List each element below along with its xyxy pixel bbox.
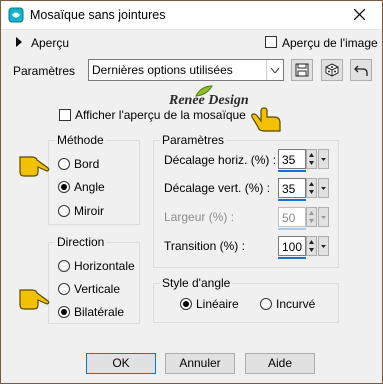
parameters-legend: Paramètres (160, 133, 227, 147)
settings-value: Dernières options utilisées (92, 63, 233, 77)
app-icon (8, 7, 24, 23)
save-icon (295, 63, 309, 77)
width-bar (278, 228, 306, 230)
randomize-button[interactable] (321, 59, 343, 81)
corner-radio-curved[interactable] (260, 298, 272, 310)
corner-option-curved[interactable]: Incurvé (276, 297, 315, 311)
method-radio-mirror[interactable] (58, 205, 70, 217)
chevron-down-icon (321, 187, 326, 190)
direction-radio-vertical[interactable] (58, 283, 70, 295)
method-radio-border[interactable] (58, 158, 70, 170)
width-dropdown (318, 207, 329, 227)
seamless-tiling-dialog: Mosaïque sans jointures Aperçu Aperçu de… (0, 0, 383, 384)
ok-button[interactable]: OK (86, 353, 156, 374)
save-preset-button[interactable] (291, 59, 313, 81)
title-bar: Mosaïque sans jointures (1, 1, 382, 30)
vertical-offset-label: Décalage vert. (%) : (164, 181, 271, 195)
transition-spinner[interactable]: 100 (278, 236, 329, 259)
show-tile-preview-label[interactable]: Afficher l'aperçu de la mosaïque (75, 108, 246, 122)
corner-option-linear[interactable]: Linéaire (196, 297, 239, 311)
settings-dropdown[interactable]: Dernières options utilisées (88, 59, 284, 81)
direction-option-horizontal[interactable]: Horizontale (74, 259, 135, 273)
vertical-offset-dropdown[interactable] (318, 178, 329, 198)
help-button[interactable]: Aide (245, 353, 315, 374)
vertical-offset-stepper[interactable] (306, 178, 317, 198)
horizontal-offset-dropdown[interactable] (318, 149, 329, 169)
method-legend: Méthode (55, 133, 106, 147)
method-option-corner[interactable]: Angle (74, 180, 105, 194)
show-tile-preview-checkbox[interactable] (59, 109, 71, 121)
vertical-offset-spinner[interactable]: 35 (278, 178, 329, 201)
transition-dropdown[interactable] (318, 236, 329, 256)
horizontal-offset-spinner[interactable]: 35 (278, 149, 329, 172)
width-stepper (306, 207, 317, 227)
expand-arrow-icon[interactable] (15, 37, 23, 47)
chevron-down-icon (271, 68, 279, 73)
direction-option-bilateral[interactable]: Bilatérale (74, 305, 124, 319)
direction-radio-horizontal[interactable] (58, 260, 70, 272)
method-option-mirror[interactable]: Miroir (74, 204, 104, 218)
chevron-down-icon (321, 158, 326, 161)
dice-icon (325, 63, 339, 77)
direction-option-vertical[interactable]: Verticale (74, 282, 120, 296)
method-radio-corner[interactable] (58, 181, 70, 193)
horizontal-offset-value[interactable]: 35 (282, 153, 295, 167)
reset-button[interactable] (350, 59, 372, 81)
dropdown-arrow[interactable] (266, 60, 283, 80)
method-option-border[interactable]: Bord (74, 157, 99, 171)
preview-label[interactable]: Aperçu (31, 36, 69, 50)
window-title: Mosaïque sans jointures (30, 8, 166, 22)
vertical-offset-value[interactable]: 35 (282, 182, 295, 196)
pointing-hand-icon (251, 107, 281, 132)
close-icon (354, 9, 365, 20)
direction-radio-bilateral[interactable] (58, 306, 70, 318)
width-label: Largeur (%) : (164, 210, 235, 224)
settings-label: Paramètres (13, 64, 76, 78)
horizontal-offset-stepper[interactable] (306, 149, 317, 169)
vertical-offset-bar (278, 199, 306, 201)
width-spinner: 50 (278, 207, 329, 230)
width-value: 50 (282, 211, 296, 225)
pointing-hand-icon (19, 156, 50, 177)
leaf-icon (195, 85, 213, 97)
close-button[interactable] (338, 1, 382, 29)
stepper-arrows-icon (309, 153, 314, 165)
stepper-arrows-icon (309, 182, 314, 194)
chevron-down-icon (321, 245, 326, 248)
transition-stepper[interactable] (306, 236, 317, 256)
stepper-arrows-icon (309, 240, 314, 252)
chevron-down-icon (321, 216, 326, 219)
pointing-hand-icon (19, 289, 50, 310)
horizontal-offset-label: Décalage horiz. (%) : (164, 153, 277, 167)
reset-icon (354, 65, 368, 76)
transition-bar (278, 257, 306, 259)
transition-label: Transition (%) : (164, 239, 245, 253)
direction-legend: Direction (55, 235, 107, 249)
corner-style-legend: Style d'angle (160, 276, 233, 290)
stepper-arrows-icon (309, 211, 314, 223)
horizontal-offset-bar (278, 170, 306, 172)
corner-radio-linear[interactable] (180, 298, 192, 310)
image-preview-label[interactable]: Aperçu de l'image (282, 36, 378, 50)
image-preview-checkbox[interactable] (265, 36, 277, 48)
transition-value[interactable]: 100 (282, 240, 302, 254)
cancel-button[interactable]: Annuler (165, 353, 235, 374)
